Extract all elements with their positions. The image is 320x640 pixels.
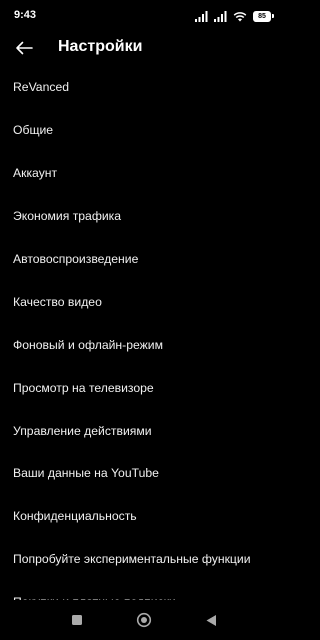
battery-level: 85 <box>253 10 271 22</box>
settings-item-label: Аккаунт <box>13 166 58 181</box>
recents-square-icon <box>72 615 83 625</box>
settings-item-privacy[interactable]: Конфиденциальность <box>0 495 288 538</box>
home-button[interactable] <box>130 606 158 634</box>
system-back-button[interactable] <box>197 606 225 634</box>
settings-item-general[interactable]: Общие <box>0 109 288 152</box>
home-circle-icon <box>136 612 152 628</box>
settings-item-autoplay[interactable]: Автовоспроизведение <box>0 238 288 281</box>
settings-item-label: Общие <box>13 123 54 138</box>
battery-icon: 85 <box>253 10 274 22</box>
signal-icon <box>195 10 208 22</box>
settings-item-label: Конфиденциальность <box>13 509 137 524</box>
settings-item-watch-on-tv[interactable]: Просмотр на телевизоре <box>0 366 288 409</box>
signal-icon <box>214 10 227 22</box>
app-bar: Настройки <box>0 28 288 68</box>
recents-button[interactable] <box>63 606 91 634</box>
settings-item-revanced[interactable]: ReVanced <box>0 66 288 109</box>
page-title: Настройки <box>58 38 143 55</box>
wifi-icon <box>233 11 247 21</box>
back-button[interactable] <box>8 32 40 64</box>
back-triangle-icon <box>206 614 216 626</box>
settings-item-label: ReVanced <box>13 80 70 95</box>
settings-item-label: Автовоспроизведение <box>13 252 139 266</box>
status-icons: 85 <box>195 9 274 23</box>
settings-item-background-offline[interactable]: Фоновый и офлайн-режим <box>0 323 288 366</box>
settings-item-label: Просмотр на телевизоре <box>13 380 154 395</box>
settings-item-label: Ваши данные на YouTube <box>13 466 159 481</box>
system-nav-bar <box>0 600 288 640</box>
settings-item-manage-activity[interactable]: Управление действиями <box>0 409 288 452</box>
settings-item-experimental[interactable]: Попробуйте экспериментальные функции <box>0 538 288 581</box>
settings-list[interactable]: ReVanced Общие Аккаунт Экономия трафика … <box>0 66 288 604</box>
settings-item-label: Экономия трафика <box>13 209 122 224</box>
status-time: 9:43 <box>14 9 37 21</box>
battery-tip <box>272 14 274 18</box>
arrow-left-icon <box>16 41 33 55</box>
settings-item-data-saving[interactable]: Экономия трафика <box>0 195 288 238</box>
settings-item-video-quality[interactable]: Качество видео <box>0 280 288 323</box>
settings-item-label: Управление действиями <box>13 423 152 438</box>
settings-item-your-data[interactable]: Ваши данные на YouTube <box>0 452 288 495</box>
settings-item-label: Попробуйте экспериментальные функции <box>13 552 251 567</box>
settings-item-label: Качество видео <box>13 294 102 309</box>
settings-item-label: Фоновый и офлайн-режим <box>13 337 163 352</box>
settings-item-account[interactable]: Аккаунт <box>0 152 288 195</box>
